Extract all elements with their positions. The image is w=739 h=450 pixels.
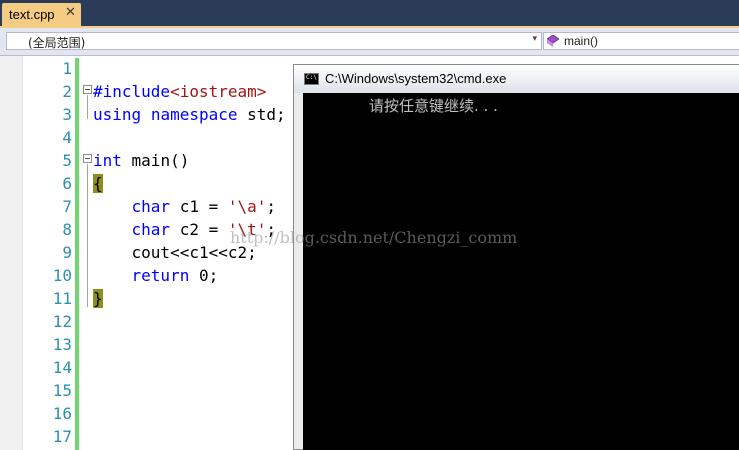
code-line-3: using namespace std; [93, 103, 286, 126]
line-number: 15 [52, 381, 72, 400]
line-number: 14 [52, 358, 72, 377]
document-tab-strip: text.cpp ✕ [0, 0, 739, 28]
keyword: return [131, 266, 190, 285]
keyword: char [131, 220, 171, 239]
collapse-icon[interactable] [83, 85, 92, 94]
console-icon-text: C:\ [306, 74, 317, 81]
watermark: http://blog.csdn.net/Chengzi_comm [230, 228, 518, 247]
line-number: 12 [52, 312, 72, 331]
line-number: 8 [62, 220, 72, 239]
chevron-down-icon[interactable]: ▾ [532, 34, 537, 44]
code-line-11: } [93, 287, 103, 310]
line-number: 3 [62, 105, 72, 124]
member-dropdown[interactable]: main() [543, 32, 739, 50]
char-literal: '\a' [227, 197, 267, 216]
code-line-10: return 0; [93, 264, 219, 287]
line-number: 10 [52, 266, 72, 285]
scope-dropdown[interactable]: (全局范围) ▾ [6, 32, 542, 50]
code-text: main() [121, 151, 190, 170]
outline-line [87, 95, 88, 119]
keyword: int [93, 151, 122, 170]
line-number: 2 [62, 82, 72, 101]
keyword: namespace [150, 105, 238, 124]
matched-brace: } [93, 289, 103, 308]
console-output-area[interactable]: 请按任意键继续. . . [303, 93, 739, 450]
line-number: 17 [52, 427, 72, 446]
outline-line [87, 164, 88, 307]
line-number: 16 [52, 404, 72, 423]
code-text: 0; [189, 266, 219, 285]
code-line-7: char c1 = '\a'; [93, 195, 277, 218]
navigation-bar: (全局范围) ▾ main() [0, 28, 739, 56]
line-number: 1 [62, 59, 72, 78]
code-text: ; [266, 197, 277, 216]
preprocessor-directive: #include [93, 82, 171, 101]
scope-dropdown-value: (全局范围) [28, 36, 86, 50]
code-text: c2 = [170, 220, 228, 239]
matched-brace: { [93, 174, 103, 193]
console-output-text: 请按任意键继续. . . [369, 97, 498, 115]
member-dropdown-value: main() [564, 34, 599, 48]
line-number: 4 [62, 128, 72, 147]
line-number: 9 [62, 243, 72, 262]
line-number: 6 [62, 174, 72, 193]
code-line-5: int main() [93, 149, 189, 172]
code-text: c1 = [170, 197, 228, 216]
keyword: char [131, 197, 171, 216]
code-text: std; [237, 105, 286, 124]
console-title-bar[interactable]: C:\ C:\Windows\system32\cmd.exe [294, 65, 739, 93]
selection-margin [0, 56, 23, 450]
change-tracking-bar [75, 58, 79, 450]
console-icon: C:\ [304, 73, 319, 85]
line-number: 13 [52, 335, 72, 354]
line-number: 7 [62, 197, 72, 216]
line-number: 11 [52, 289, 72, 308]
line-number: 5 [62, 151, 72, 170]
close-icon[interactable]: ✕ [65, 5, 76, 20]
console-title: C:\Windows\system32\cmd.exe [325, 71, 507, 86]
collapse-icon[interactable] [83, 154, 92, 163]
include-header: <iostream> [170, 82, 267, 101]
code-line-2: #include<iostream> [93, 80, 266, 103]
tab-label: text.cpp [9, 7, 55, 22]
code-line-6: { [93, 172, 103, 195]
keyword: using [93, 105, 142, 124]
console-window[interactable]: C:\ C:\Windows\system32\cmd.exe 请按任意键继续.… [293, 64, 739, 450]
method-icon [547, 35, 559, 47]
tab-text-cpp[interactable]: text.cpp ✕ [2, 3, 81, 26]
